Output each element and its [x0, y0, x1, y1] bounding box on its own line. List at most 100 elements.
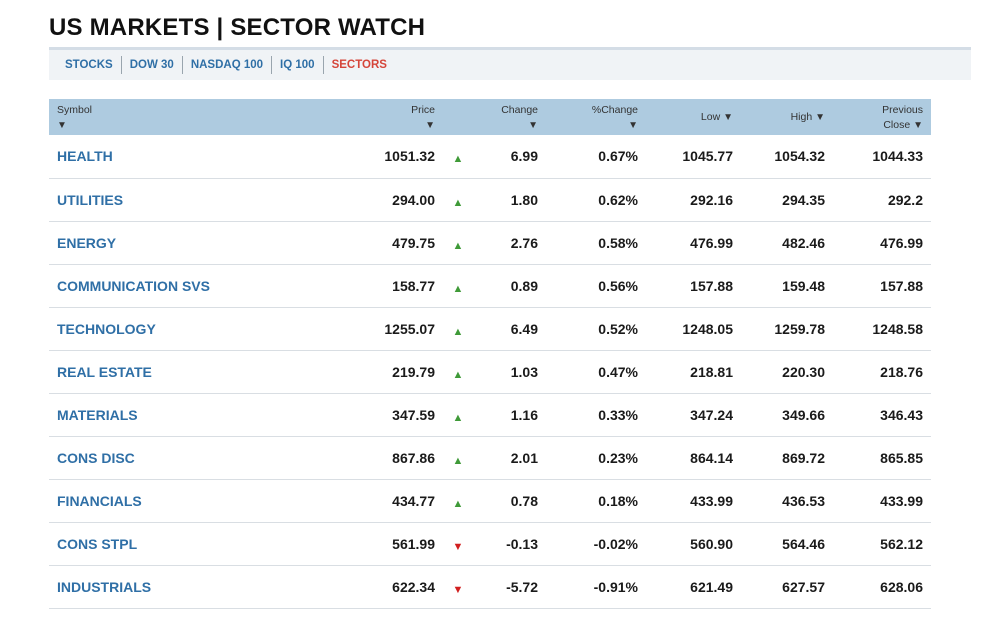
table-row: REAL ESTATE 219.79 ▲ 1.03 0.47% 218.81 220.30 2…: [49, 350, 931, 393]
col-header-label: Previous: [882, 104, 923, 116]
row-low: 1248.05: [682, 320, 733, 337]
row-previous-close: 346.43: [880, 406, 923, 423]
tab-bar: STOCKS DOW 30 NASDAQ 100 IQ 100 SECTORS: [49, 47, 971, 80]
sort-down-icon[interactable]: ▼: [425, 120, 435, 131]
sort-down-icon[interactable]: ▼: [723, 112, 733, 123]
row-direction-cell: ▲: [443, 221, 473, 264]
arrow-up-icon: ▲: [452, 411, 464, 424]
row-change: 1.03: [510, 363, 538, 380]
arrow-up-icon: ▲: [452, 368, 464, 381]
row-previous-close: 1044.33: [872, 148, 923, 165]
col-header-pct-change[interactable]: %Change ▼: [546, 99, 646, 135]
row-low: 157.88: [690, 277, 733, 294]
col-header-symbol[interactable]: Symbol ▼: [49, 99, 349, 135]
row-pct-change: 0.23%: [598, 449, 638, 466]
col-header-price[interactable]: Price ▼: [349, 99, 443, 135]
row-change: 0.89: [510, 277, 538, 294]
row-change: 2.01: [510, 449, 538, 466]
table-row: COMMUNICATION SVS 158.77 ▲ 0.89 0.56% 157.88 1…: [49, 264, 931, 307]
row-high: 1259.78: [774, 320, 825, 337]
row-price: 294.00: [392, 191, 435, 208]
row-symbol-link[interactable]: REAL ESTATE: [49, 350, 349, 393]
row-symbol-link[interactable]: INDUSTRIALS: [49, 565, 349, 608]
tab-dow-30[interactable]: DOW 30: [122, 57, 182, 73]
tab-stocks[interactable]: STOCKS: [57, 57, 121, 73]
row-price: 219.79: [392, 363, 435, 380]
row-symbol-link[interactable]: HEALTH: [49, 135, 349, 178]
tab-sectors[interactable]: SECTORS: [324, 57, 395, 73]
col-header-previous-close[interactable]: Previous Close ▼: [833, 99, 931, 135]
row-high: 436.53: [782, 492, 825, 509]
table-row: MATERIALS 347.59 ▲ 1.16 0.33% 347.24 349.66 346…: [49, 393, 931, 436]
col-header-label: Low: [700, 110, 721, 123]
row-low: 560.90: [690, 535, 733, 552]
sort-down-icon[interactable]: ▼: [815, 112, 825, 123]
row-pct-change: 0.56%: [598, 277, 638, 294]
row-pct-change: -0.91%: [593, 578, 638, 595]
row-previous-close: 218.76: [880, 363, 923, 380]
row-low: 433.99: [690, 492, 733, 509]
col-header-label: High: [790, 110, 813, 123]
row-pct-change: -0.02%: [593, 535, 638, 552]
row-pct-change: 0.67%: [598, 148, 638, 165]
row-price: 1051.32: [384, 148, 435, 165]
row-change: 1.16: [510, 406, 538, 423]
row-direction-cell: ▼: [443, 522, 473, 565]
arrow-up-icon: ▲: [452, 454, 464, 467]
col-header-high[interactable]: High ▼: [741, 99, 833, 135]
row-high: 869.72: [782, 449, 825, 466]
row-symbol-link[interactable]: COMMUNICATION SVS: [49, 264, 349, 307]
row-symbol-link[interactable]: UTILITIES: [49, 178, 349, 221]
sort-down-icon[interactable]: ▼: [57, 120, 67, 131]
col-header-label: Change: [501, 104, 538, 116]
row-symbol-link[interactable]: MATERIALS: [49, 393, 349, 436]
row-direction-cell: ▲: [443, 350, 473, 393]
arrow-up-icon: ▲: [452, 196, 464, 209]
row-symbol-link[interactable]: CONS DISC: [49, 436, 349, 479]
table-row: UTILITIES 294.00 ▲ 1.80 0.62% 292.16 294.35 292…: [49, 178, 931, 221]
row-low: 864.14: [690, 449, 733, 466]
row-low: 292.16: [690, 191, 733, 208]
row-high: 482.46: [782, 234, 825, 251]
row-price: 434.77: [392, 492, 435, 509]
row-low: 621.49: [690, 578, 733, 595]
row-previous-close: 433.99: [880, 492, 923, 509]
tab-nasdaq-100[interactable]: NASDAQ 100: [183, 57, 271, 73]
arrow-up-icon: ▲: [452, 153, 464, 166]
table-header-row: Symbol ▼ Price ▼ Change ▼ %Change ▼ Low: [49, 99, 931, 135]
row-symbol-link[interactable]: ENERGY: [49, 221, 349, 264]
table-row: FINANCIALS 434.77 ▲ 0.78 0.18% 433.99 436.53 43…: [49, 479, 931, 522]
row-direction-cell: ▲: [443, 135, 473, 178]
tab-iq-100[interactable]: IQ 100: [272, 57, 323, 73]
col-header-label: Close: [883, 119, 911, 131]
row-low: 347.24: [690, 406, 733, 423]
arrow-up-icon: ▲: [452, 239, 464, 252]
row-symbol-link[interactable]: TECHNOLOGY: [49, 307, 349, 350]
row-direction-cell: ▲: [443, 393, 473, 436]
row-change: 6.49: [510, 320, 538, 337]
row-pct-change: 0.58%: [598, 234, 638, 251]
table-row: INDUSTRIALS 622.34 ▼ -5.72 -0.91% 621.49 627.5…: [49, 565, 931, 608]
sort-down-icon[interactable]: ▼: [628, 120, 638, 131]
col-header-low[interactable]: Low ▼: [646, 99, 741, 135]
row-change: 0.78: [510, 492, 538, 509]
row-high: 627.57: [782, 578, 825, 595]
table-row: CONS DISC 867.86 ▲ 2.01 0.23% 864.14 869.72 865…: [49, 436, 931, 479]
row-price: 347.59: [392, 406, 435, 423]
row-change: -0.13: [506, 535, 538, 552]
col-header-change[interactable]: Change ▼: [473, 99, 546, 135]
sort-down-icon[interactable]: ▼: [528, 120, 538, 131]
table-row: ENERGY 479.75 ▲ 2.76 0.58% 476.99 482.46 476.99: [49, 221, 931, 264]
sort-down-icon[interactable]: ▼: [913, 120, 923, 131]
row-direction-cell: ▲: [443, 264, 473, 307]
row-symbol-link[interactable]: FINANCIALS: [49, 479, 349, 522]
arrow-down-icon: ▼: [452, 583, 464, 596]
row-symbol-link[interactable]: CONS STPL: [49, 522, 349, 565]
row-high: 564.46: [782, 535, 825, 552]
row-low: 476.99: [690, 234, 733, 251]
col-header-direction: [443, 99, 473, 135]
table-body: HEALTH 1051.32 ▲ 6.99 0.67% 1045.77 1054.32 104…: [49, 135, 931, 608]
row-pct-change: 0.33%: [598, 406, 638, 423]
row-high: 349.66: [782, 406, 825, 423]
row-pct-change: 0.18%: [598, 492, 638, 509]
